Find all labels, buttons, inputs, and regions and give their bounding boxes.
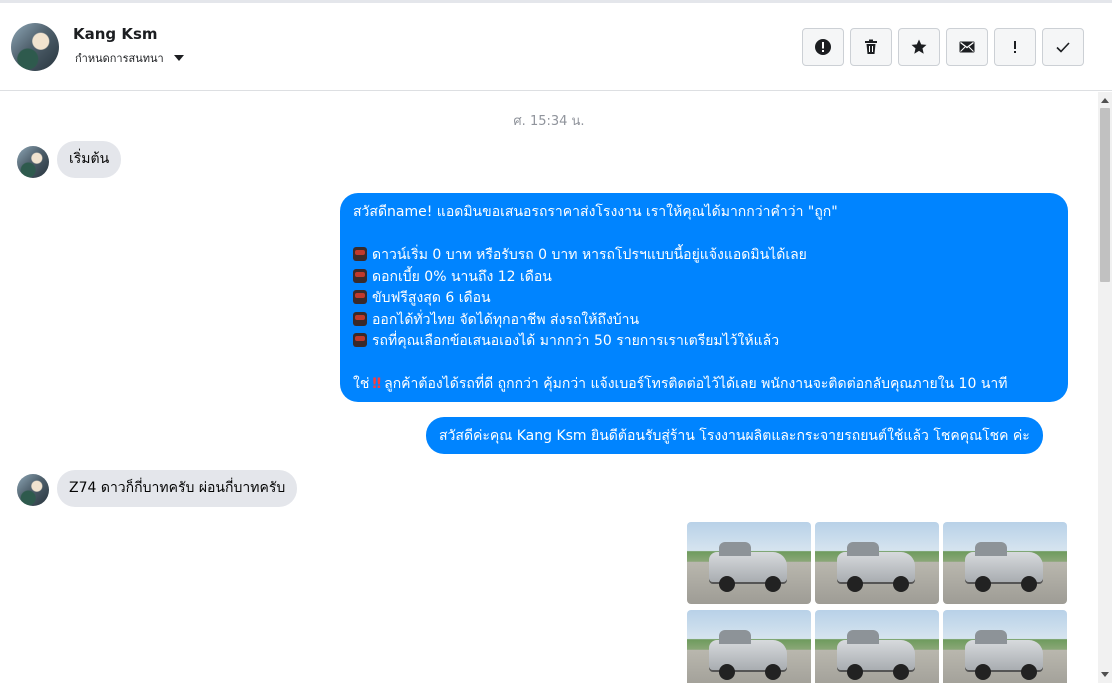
- incoming-message[interactable]: Z74 ดาวก็กี่บาทครับ ผ่อนกี่บาทครับ: [57, 470, 298, 507]
- incoming-message[interactable]: เริ่มต้น: [57, 141, 122, 178]
- truck-photo[interactable]: [687, 522, 811, 604]
- contact-avatar[interactable]: [11, 23, 59, 71]
- star-button[interactable]: [898, 28, 940, 66]
- customer-avatar[interactable]: [17, 474, 49, 506]
- trash-icon: [865, 39, 877, 54]
- message-thread[interactable]: ศ. 15:34 น. เริ่มต้น สวัสดีname! แอดมินข…: [0, 92, 1098, 683]
- message-line: ขับฟรีสูงสุด 6 เดือน: [353, 288, 1055, 310]
- photo-attachments: [687, 522, 1067, 683]
- scroll-up-arrow-icon[interactable]: [1101, 98, 1109, 103]
- car-emoji-icon: [353, 290, 367, 304]
- scroll-down-arrow-icon[interactable]: [1101, 672, 1109, 677]
- header-actions: [802, 28, 1084, 66]
- message-line-empty: [353, 224, 1055, 246]
- exclamation-icon: [1014, 41, 1016, 53]
- message-line-empty: [353, 353, 1055, 375]
- message-line: รถที่คุณเลือกข้อเสนอเองได้ มากกว่า 50 รา…: [353, 331, 1055, 353]
- conversation-schedule-dropdown[interactable]: กำหนดการสนทนา: [75, 49, 184, 67]
- message-line: ดอกเบี้ย 0% นานถึง 12 เดือน: [353, 267, 1055, 289]
- truck-photo[interactable]: [943, 522, 1067, 604]
- message-line: ออกได้ทั่วไทย จัดได้ทุกอาชีพ ส่งรถให้ถึง…: [353, 310, 1055, 332]
- message-timestamp: ศ. 15:34 น.: [513, 114, 585, 129]
- contact-name[interactable]: Kang Ksm: [73, 25, 158, 43]
- message-line: สวัสดีname! แอดมินขอเสนอรถราคาส่งโรงงาน …: [353, 204, 838, 220]
- car-emoji-icon: [353, 247, 367, 261]
- conversation-schedule-label: กำหนดการสนทนา: [75, 52, 164, 65]
- mark-unread-button[interactable]: [946, 28, 988, 66]
- message-line: ใช่!! ลูกค้าต้องได้รถที่ดี ถูกกว่า คุ้มกว…: [353, 376, 1008, 392]
- report-icon: [815, 39, 831, 55]
- vertical-scrollbar[interactable]: [1098, 92, 1112, 683]
- truck-photo[interactable]: [815, 610, 939, 683]
- delete-button[interactable]: [850, 28, 892, 66]
- follow-up-button[interactable]: [994, 28, 1036, 66]
- outgoing-message[interactable]: สวัสดีค่ะคุณ Kang Ksm ยินดีต้อนรับสู่ร้า…: [426, 417, 1043, 454]
- truck-photo[interactable]: [943, 610, 1067, 683]
- conversation-header: Kang Ksm กำหนดการสนทนา: [0, 3, 1112, 91]
- mark-done-button[interactable]: [1042, 28, 1084, 66]
- star-icon: [911, 39, 927, 54]
- outgoing-message[interactable]: สวัสดีname! แอดมินขอเสนอรถราคาส่งโรงงาน …: [340, 193, 1068, 402]
- scrollbar-thumb[interactable]: [1100, 108, 1110, 282]
- customer-avatar[interactable]: [17, 146, 49, 178]
- car-emoji-icon: [353, 311, 367, 326]
- car-emoji-icon: [353, 333, 367, 347]
- check-icon: [1056, 42, 1070, 53]
- truck-photo[interactable]: [687, 610, 811, 683]
- message-line: ดาวน์เริ่ม 0 บาท หรือรับรถ 0 บาท หารถโปร…: [353, 245, 1055, 267]
- report-button[interactable]: [802, 28, 844, 66]
- car-emoji-icon: [353, 268, 367, 283]
- truck-photo[interactable]: [815, 522, 939, 604]
- caret-down-icon: [173, 55, 184, 61]
- double-exclamation-icon: !!: [371, 376, 382, 392]
- mail-icon: [959, 41, 975, 53]
